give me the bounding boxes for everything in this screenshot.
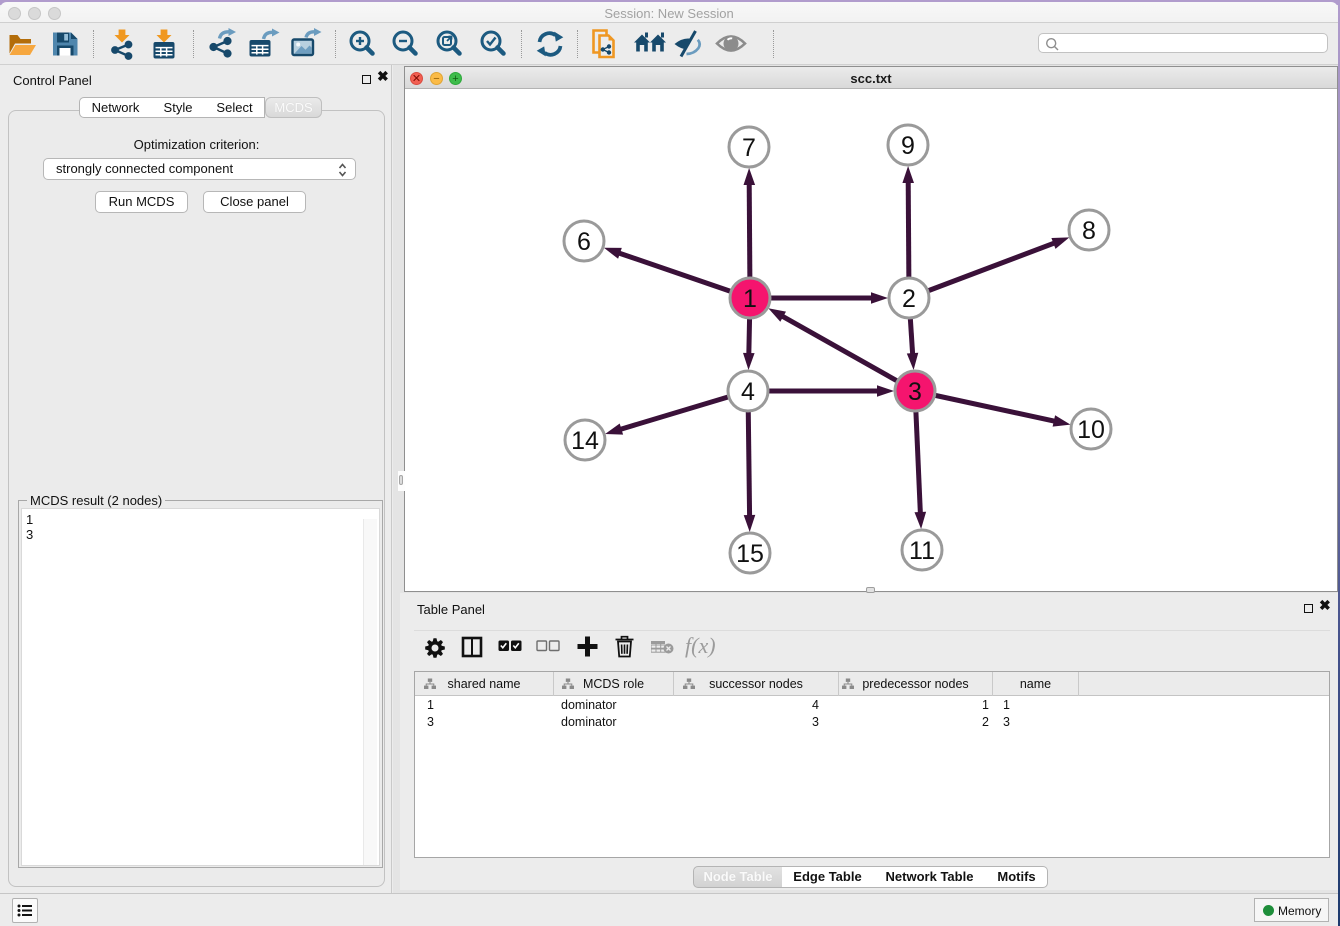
svg-text:9: 9 bbox=[901, 132, 915, 160]
svg-text:1: 1 bbox=[743, 285, 757, 313]
svg-text:14: 14 bbox=[571, 427, 599, 455]
svg-text:10: 10 bbox=[1077, 416, 1105, 444]
svg-text:7: 7 bbox=[742, 134, 756, 162]
svg-text:3: 3 bbox=[908, 378, 922, 406]
svg-text:15: 15 bbox=[736, 540, 764, 568]
svg-text:11: 11 bbox=[909, 537, 935, 565]
svg-text:2: 2 bbox=[902, 285, 916, 313]
svg-text:8: 8 bbox=[1082, 217, 1096, 245]
svg-text:4: 4 bbox=[741, 378, 755, 406]
svg-text:6: 6 bbox=[577, 228, 591, 256]
